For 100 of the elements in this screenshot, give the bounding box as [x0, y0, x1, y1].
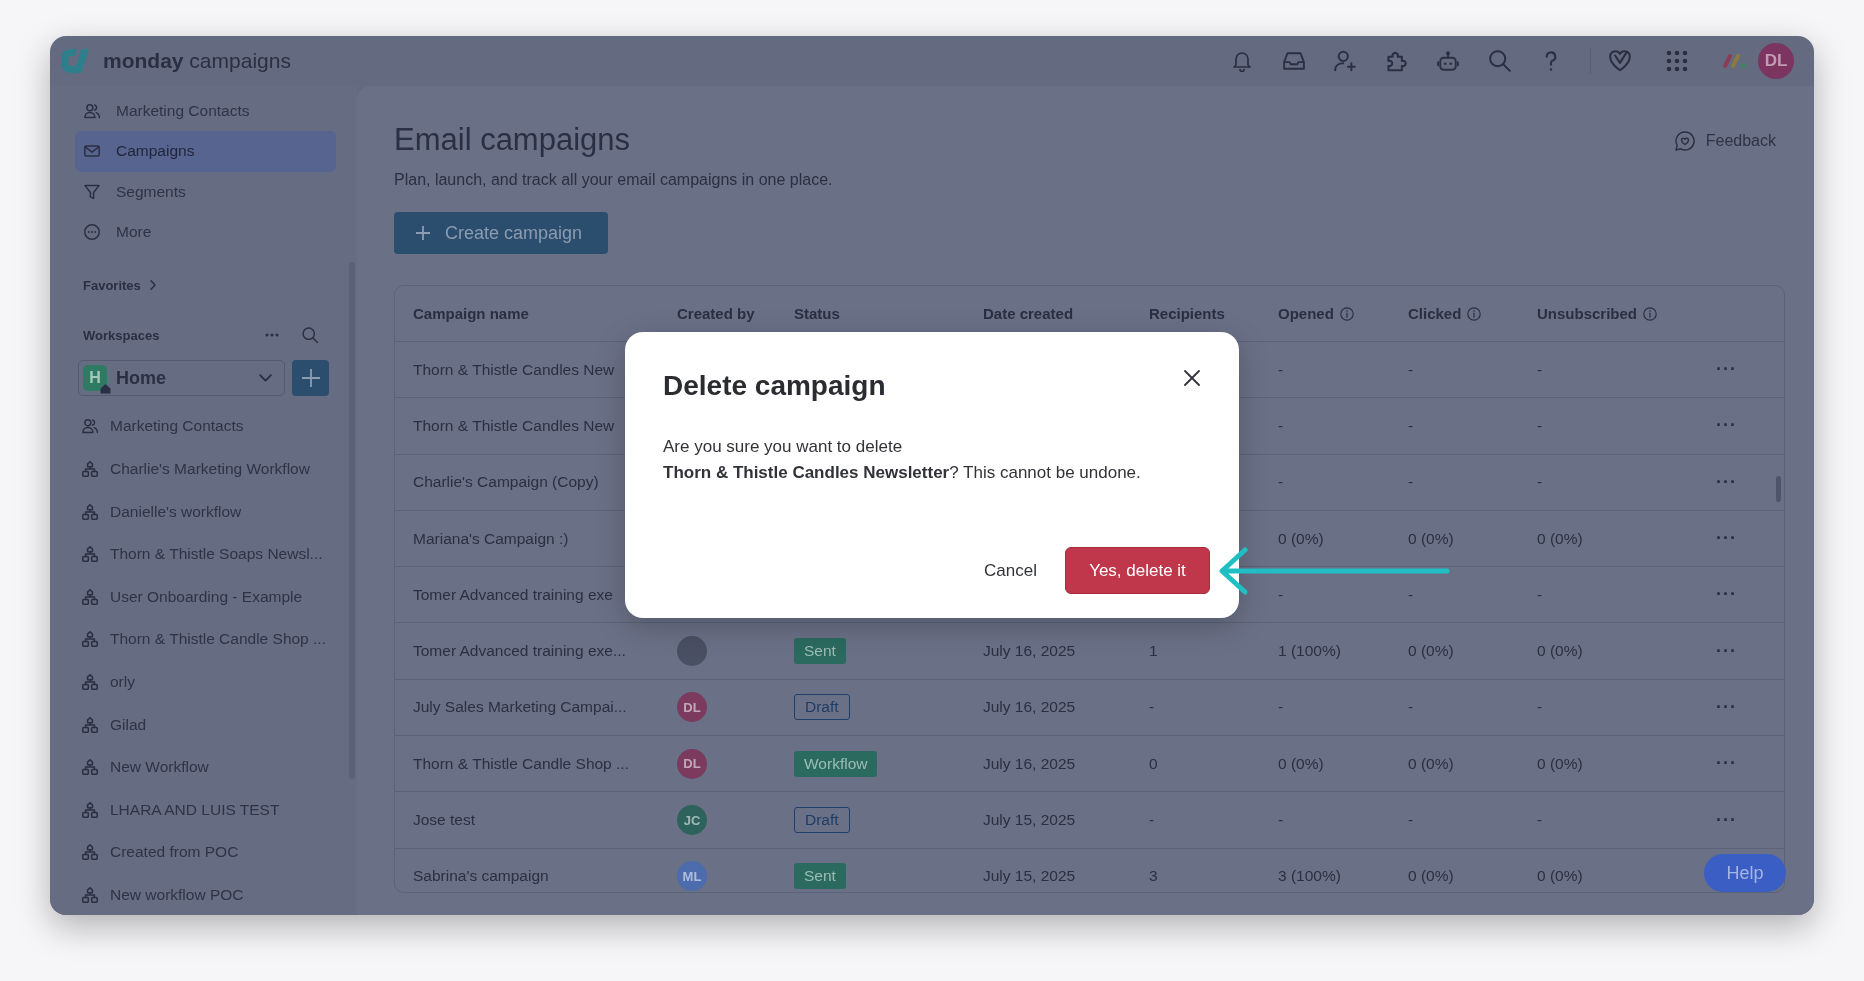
row-menu-button[interactable]: ··· [1716, 359, 1737, 381]
info-icon[interactable] [1339, 306, 1354, 321]
sidebar-item[interactable]: Marketing Contacts [75, 405, 336, 448]
row-menu-button[interactable]: ··· [1716, 809, 1737, 831]
row-menu-button[interactable]: ··· [1716, 415, 1737, 437]
clicked-count: - [1408, 811, 1414, 829]
heart-icon[interactable] [1609, 50, 1631, 72]
recipients-count: - [1149, 698, 1155, 717]
search-icon[interactable] [1488, 50, 1511, 72]
user-avatar[interactable]: DL [1758, 43, 1794, 79]
status-tag: Draft [794, 807, 850, 833]
campaign-name[interactable]: Tomer Advanced training exe [413, 585, 613, 604]
column-header[interactable]: Campaign name [413, 305, 529, 322]
clicked-count: - [1408, 360, 1414, 379]
hierarchy-icon [82, 674, 98, 691]
campaign-name[interactable]: Charlie's Campaign (Copy) [413, 473, 599, 492]
delete-button[interactable]: Yes, delete it [1065, 547, 1210, 594]
unsubscribed-count: - [1537, 698, 1543, 717]
row-menu-button[interactable]: ··· [1716, 696, 1737, 718]
page-subtitle: Plan, launch, and track all your email campaigns in one place. [394, 170, 833, 190]
user-avatar: ML [677, 861, 707, 892]
search-icon[interactable] [302, 327, 318, 344]
more-icon [84, 224, 100, 241]
stripes-logo-icon[interactable] [1722, 53, 1748, 69]
nav-item[interactable]: More [75, 211, 336, 253]
campaign-name[interactable]: Sabrina's campaign [413, 867, 549, 886]
campaign-name[interactable]: Jose test [413, 811, 476, 829]
logo-icon [60, 48, 90, 74]
opened-count: 1 (100%) [1278, 642, 1341, 661]
sidebar-item[interactable]: Thorn & Thistle Soaps Newsl... [75, 532, 336, 576]
sidebar-item[interactable]: Gilad [75, 703, 336, 746]
sidebar-item[interactable]: Thorn & Thistle Candle Shop ... [75, 618, 336, 661]
help-button[interactable]: Help [1704, 854, 1786, 892]
sidebar-item[interactable]: Created from POC [75, 831, 336, 874]
sidebar-item[interactable]: orly [75, 660, 336, 704]
add-user-icon[interactable] [1334, 50, 1356, 72]
row-menu-button[interactable]: ··· [1716, 528, 1737, 550]
section-label: Workspaces [83, 327, 160, 343]
clicked-count: 0 (0%) [1408, 529, 1454, 548]
info-icon[interactable] [1467, 306, 1482, 321]
campaign-name[interactable]: Tomer Advanced training exe... [413, 642, 626, 661]
workspace-dropdown[interactable]: H Home [78, 360, 285, 397]
sidebar-item[interactable]: LHARA AND LUIS TEST [75, 788, 336, 832]
close-icon[interactable] [1184, 370, 1200, 386]
house-icon [100, 383, 111, 395]
bell-icon[interactable] [1231, 50, 1253, 72]
sidebar-item[interactable]: New Workflow [75, 745, 336, 789]
unsubscribed-count: 0 (0%) [1537, 529, 1583, 548]
feedback-button[interactable]: Feedback [1674, 131, 1776, 151]
chevron-down-icon [259, 374, 272, 383]
recipients-count: - [1149, 811, 1155, 829]
nav-item[interactable]: Campaigns [75, 131, 336, 172]
sidebar-item[interactable]: Danielle's workflow [75, 490, 336, 533]
nav-item[interactable]: Segments [75, 171, 336, 212]
campaign-name[interactable]: Thorn & Thistle Candle Shop ... [413, 754, 629, 773]
row-menu-button[interactable]: ··· [1716, 753, 1737, 775]
scrollbar-thumb[interactable] [1776, 476, 1781, 502]
column-header[interactable]: Unsubscribed [1537, 305, 1658, 322]
campaign-name[interactable]: Thorn & Thistle Candles New [413, 360, 615, 379]
nav-item[interactable]: Marketing Contacts [75, 91, 336, 132]
row-menu-button[interactable]: ··· [1716, 471, 1737, 493]
clicked-count: 0 (0%) [1408, 867, 1454, 886]
apps-grid-icon[interactable] [1666, 50, 1688, 72]
column-header[interactable]: Status [794, 305, 840, 322]
hierarchy-icon [82, 461, 98, 478]
status-tag: Sent [794, 863, 846, 890]
chat-bubble-icon [1674, 131, 1695, 151]
sidebar-item[interactable]: Charlie's Marketing Workflow [75, 447, 336, 491]
sidebar-item[interactable]: User Onboarding - Example [75, 575, 336, 619]
column-header[interactable]: Created by [677, 305, 755, 322]
add-button[interactable] [292, 360, 329, 397]
column-header[interactable]: Recipients [1149, 305, 1225, 322]
brand-name: monday campaigns [103, 49, 291, 73]
campaign-name[interactable]: July Sales Marketing Campai... [413, 698, 627, 717]
row-menu-button[interactable]: ··· [1716, 640, 1737, 662]
column-header[interactable]: Opened [1278, 305, 1354, 322]
row-menu-button[interactable]: ··· [1716, 584, 1737, 606]
column-header[interactable]: Date created [983, 305, 1074, 322]
favorites-toggle[interactable]: Favorites [75, 275, 156, 296]
info-icon[interactable] [1643, 306, 1658, 321]
column-header[interactable]: Clicked [1408, 305, 1482, 322]
inbox-icon[interactable] [1282, 50, 1305, 72]
user-avatar: DL [677, 692, 707, 723]
robot-icon[interactable] [1437, 50, 1459, 72]
dialog-title: Delete campaign [663, 369, 886, 403]
page-title: Email campaigns [394, 122, 632, 158]
sidebar-item[interactable]: New workflow POC [75, 873, 336, 915]
hierarchy-icon [82, 716, 98, 733]
clicked-count: - [1408, 473, 1414, 492]
campaign-name[interactable]: Mariana's Campaign :) [413, 529, 569, 548]
create-campaign-button[interactable]: Create campaign [394, 212, 608, 254]
cancel-button[interactable]: Cancel [968, 547, 1053, 594]
status-tag: Workflow [794, 750, 878, 777]
puzzle-icon[interactable] [1385, 50, 1408, 72]
opened-count: - [1278, 360, 1284, 379]
more-icon[interactable] [265, 333, 279, 338]
campaign-name[interactable]: Thorn & Thistle Candles New [413, 416, 615, 435]
opened-count: 3 (100%) [1278, 867, 1341, 886]
unsubscribed-count: - [1537, 473, 1543, 492]
opened-count: 0 (0%) [1278, 754, 1324, 773]
